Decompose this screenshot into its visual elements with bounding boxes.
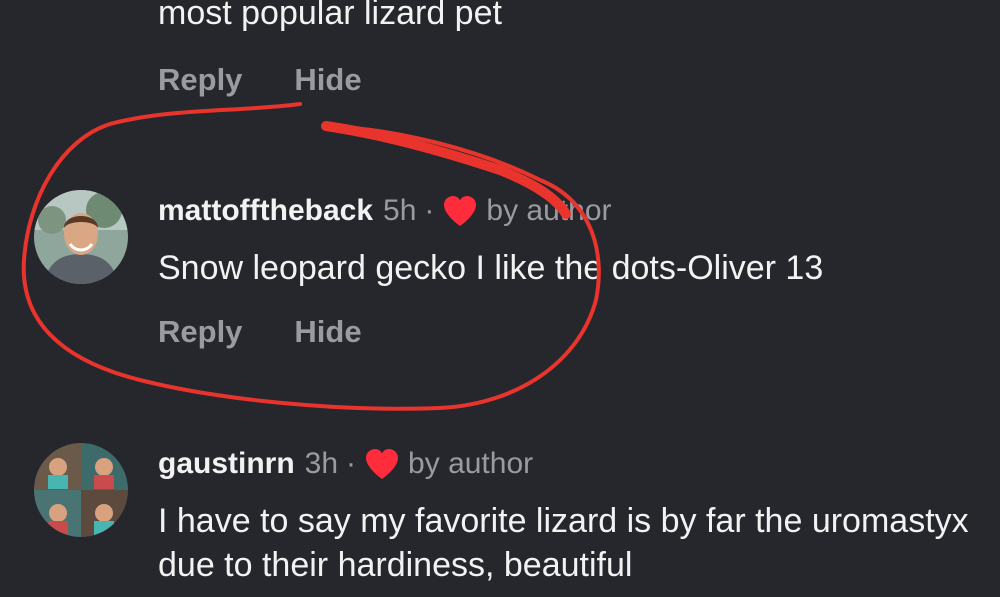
- timestamp: 3h: [304, 447, 339, 480]
- comment-text: I have to say my favorite lizard is by f…: [158, 502, 969, 584]
- username[interactable]: mattofftheback: [158, 194, 373, 228]
- previous-comment-text: most popular lizard pet: [158, 0, 502, 32]
- reply-button[interactable]: Reply: [158, 314, 242, 350]
- separator: ·: [424, 194, 435, 227]
- hide-button[interactable]: Hide: [294, 62, 361, 98]
- heart-icon: [444, 196, 477, 226]
- avatar-photo: [34, 443, 128, 537]
- by-author-badge: by author: [486, 194, 612, 227]
- heart-icon: [366, 449, 399, 479]
- comment-actions: Reply Hide: [158, 314, 362, 350]
- comment-meta: gaustinrn 3h · by author: [158, 447, 533, 481]
- reply-button[interactable]: Reply: [158, 62, 242, 98]
- avatar[interactable]: [34, 190, 128, 284]
- previous-comment-actions: Reply Hide: [158, 62, 362, 98]
- hide-button[interactable]: Hide: [294, 314, 361, 350]
- comment-text: Snow leopard gecko I like the dots-Olive…: [158, 249, 824, 287]
- comment-meta: mattofftheback 5h · by author: [158, 194, 612, 228]
- username[interactable]: gaustinrn: [158, 447, 295, 481]
- avatar-photo: [34, 190, 128, 284]
- separator: ·: [346, 447, 357, 480]
- by-author-badge: by author: [408, 447, 534, 480]
- timestamp: 5h: [383, 194, 417, 227]
- avatar[interactable]: [34, 443, 128, 537]
